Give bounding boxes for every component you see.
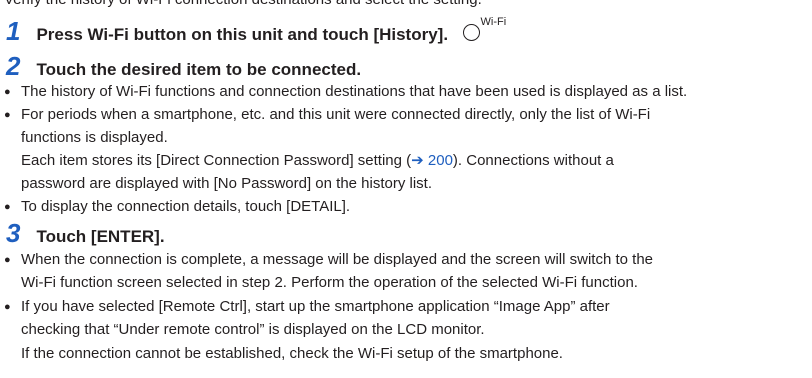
step-3-title: Touch [ENTER]. [36,227,165,246]
step-2-bullet-1-line-1: The history of Wi-Fi functions and conne… [21,83,688,100]
step-3: 3 Touch [ENTER]. [6,218,165,249]
bullet-icon: ● [4,254,11,266]
step-3-bullet-2-line-2: checking that “Under remote control” is … [21,321,485,338]
step-3-bullet-1-line-1: When the connection is complete, a messa… [21,251,653,268]
page-reference-link[interactable]: ➔ 200 [411,152,453,169]
bullet-icon: ● [4,201,11,213]
step-3-bullet-1-line-2: Wi-Fi function screen selected in step 2… [21,274,638,291]
step-2-bullet-2-note-line-1: Each item stores its [Direct Connection … [21,152,614,170]
bullet-icon: ● [4,109,11,121]
step-2-bullet-2-note-line-2: password are displayed with [No Password… [21,175,433,192]
step-1-number: 1 [6,16,21,46]
step-3-bullet-2-note-line: If the connection cannot be established,… [21,345,563,362]
step-2: 2 Touch the desired item to be connected… [6,51,361,82]
wifi-button-label: Wi-Fi [480,16,507,28]
step-1-title: Press Wi-Fi button on this unit and touc… [36,25,449,44]
step-1: 1 Press Wi-Fi button on this unit and to… [6,16,506,47]
bullet-icon: ● [4,86,11,98]
note-text-before: Each item stores its [Direct Connection … [21,152,412,169]
intro-text-fragment: Verify the history of Wi-Fi connection d… [4,0,482,8]
step-3-bullet-2-line-1: If you have selected [Remote Ctrl], star… [21,298,610,315]
step-2-bullet-2-line-2: functions is displayed. [21,129,168,146]
step-2-title: Touch the desired item to be connected. [36,60,362,79]
step-2-number: 2 [6,51,21,81]
step-3-number: 3 [6,218,21,248]
step-2-bullet-2-line-1: For periods when a smartphone, etc. and … [21,106,651,123]
wifi-button-circle [462,24,480,41]
note-text-after: ). Connections without a [452,152,614,169]
bullet-icon: ● [4,301,11,313]
step-2-bullet-3-line-1: To display the connection details, touch… [21,198,351,215]
wifi-button-icon: Wi-Fi [462,16,506,44]
